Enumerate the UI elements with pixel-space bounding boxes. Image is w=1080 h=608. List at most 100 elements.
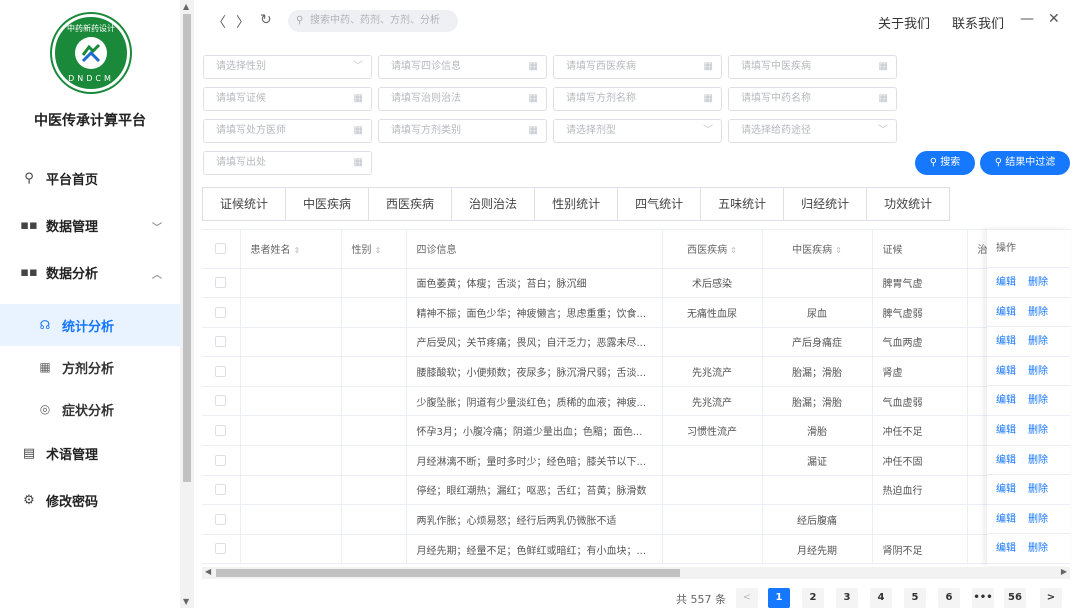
select-all-checkbox[interactable]	[202, 230, 241, 269]
tab-four-qi[interactable]: 四气统计	[618, 188, 702, 220]
sidebar-item-terminology[interactable]: ▤ 术语管理	[0, 430, 180, 477]
delete-link[interactable]: 删除	[1028, 336, 1048, 347]
edit-link[interactable]: 编辑	[996, 336, 1016, 347]
herb-name-field[interactable]: 请填写中药名称 ▦	[728, 87, 897, 111]
table-row[interactable]: 怀孕3月；小腹冷痛；阴道少量出血；色黯；面色... 习惯性流产 滑胎 冲任不足	[202, 415, 1003, 447]
sidebar-item-statistics[interactable]: ☊ 统计分析	[0, 304, 180, 346]
page-button-6[interactable]: 6	[938, 588, 960, 608]
page-button-5[interactable]: 5	[904, 588, 926, 608]
edit-link[interactable]: 编辑	[996, 455, 1016, 466]
close-button[interactable]: ✕	[1048, 11, 1060, 27]
source-field[interactable]: 请填写出处 ▦	[203, 151, 372, 175]
sidebar-item-home[interactable]: ⚲ 平台首页	[0, 155, 180, 202]
delete-link[interactable]: 删除	[1028, 425, 1048, 436]
sidebar-item-change-password[interactable]: ⚙ 修改密码	[0, 477, 180, 524]
formula-category-field[interactable]: 请填写方剂类别 ▦	[378, 119, 547, 143]
tab-syndrome-stats[interactable]: 证候统计	[203, 188, 287, 220]
tab-meridian[interactable]: 归经统计	[784, 188, 868, 220]
delete-link[interactable]: 删除	[1028, 543, 1048, 554]
minimize-button[interactable]: —	[1020, 11, 1034, 27]
scrollbar-thumb[interactable]	[216, 569, 680, 577]
sort-icon[interactable]: ⇕	[375, 246, 382, 255]
scroll-left-icon[interactable]: ◀	[205, 567, 211, 576]
column-header-name[interactable]: 患者姓名 ⇕	[240, 230, 342, 269]
sort-icon[interactable]: ⇕	[294, 246, 301, 255]
edit-link[interactable]: 编辑	[996, 366, 1016, 377]
page-button-1[interactable]: 1	[768, 588, 790, 608]
delete-link[interactable]: 删除	[1028, 455, 1048, 466]
table-row[interactable]: 面色萎黄；体瘦；舌淡；苔白；脉沉细 术后感染 脾胃气虚	[202, 268, 1003, 299]
sidebar-item-data-management[interactable]: ▪▪ 数据管理 ﹀	[0, 202, 180, 249]
row-checkbox[interactable]	[202, 327, 241, 358]
column-header-gender[interactable]: 性别 ⇕	[341, 230, 407, 269]
treatment-principle-field[interactable]: 请填写治则治法 ▦	[378, 87, 547, 111]
row-checkbox[interactable]	[202, 386, 241, 417]
edit-link[interactable]: 编辑	[996, 484, 1016, 495]
sort-icon[interactable]: ⇕	[730, 246, 737, 255]
sidebar-item-symptom-analysis[interactable]: ◎ 症状分析	[0, 388, 180, 430]
next-page-button[interactable]: >	[1040, 588, 1062, 608]
table-row[interactable]: 月经先期；经量不足；色鲜红或暗红；有小血块；... 月经先期 肾阴不足	[202, 534, 1003, 565]
sidebar-scrollbar[interactable]: ▲ ▼	[180, 0, 194, 608]
row-checkbox[interactable]	[202, 415, 241, 447]
page-button-2[interactable]: 2	[802, 588, 824, 608]
page-button-56[interactable]: 56	[1004, 588, 1026, 608]
page-button-4[interactable]: 4	[870, 588, 892, 608]
tab-efficacy[interactable]: 功效统计	[867, 188, 949, 220]
tab-gender-stats[interactable]: 性别统计	[535, 188, 619, 220]
tcm-disease-field[interactable]: 请填写中医疾病 ▦	[728, 55, 897, 79]
forward-arrow-icon[interactable]: 〉	[236, 12, 250, 32]
formula-name-field[interactable]: 请填写方剂名称 ▦	[553, 87, 722, 111]
edit-link[interactable]: 编辑	[996, 514, 1016, 525]
page-button-3[interactable]: 3	[836, 588, 858, 608]
delete-link[interactable]: 删除	[1028, 514, 1048, 525]
table-row[interactable]: 月经淋漓不断；量时多时少；经色暗；膝关节以下... 漏证 冲任不固	[202, 445, 1003, 476]
table-row[interactable]: 腰膝酸软；小便频数；夜尿多；脉沉滑尺弱；舌淡... 先兆流产 胎漏；滑胎 肾虚	[202, 356, 1003, 387]
row-checkbox[interactable]	[202, 475, 241, 506]
row-checkbox[interactable]	[202, 356, 241, 387]
filter-results-button[interactable]: ⚲ 结果中过滤	[980, 151, 1070, 175]
route-select[interactable]: 请选择给药途径 ﹀	[728, 119, 897, 143]
table-row[interactable]: 产后受风；关节疼痛；畏风；自汗乏力；恶露未尽... 产后身痛症 气血两虚	[202, 327, 1003, 358]
gender-select[interactable]: 请选择性别 ﹀	[203, 55, 372, 79]
back-arrow-icon[interactable]: 〈	[212, 12, 226, 32]
edit-link[interactable]: 编辑	[996, 543, 1016, 554]
sort-icon[interactable]: ⇕	[835, 246, 842, 255]
delete-link[interactable]: 删除	[1028, 277, 1048, 288]
row-checkbox[interactable]	[202, 445, 241, 476]
four-diagnosis-field[interactable]: 请填写四诊信息 ▦	[378, 55, 547, 79]
global-search-input[interactable]: ⚲ 搜索中药、药剂、方剂、分析	[288, 10, 458, 32]
table-row[interactable]: 精神不振；面色少华；神疲懒言；思虑重重；饮食... 无痛性血尿 尿血 脾气虚弱	[202, 297, 1003, 328]
table-horizontal-scrollbar[interactable]: ◀ ▶	[202, 567, 1070, 579]
edit-link[interactable]: 编辑	[996, 395, 1016, 406]
scroll-down-icon[interactable]: ▼	[183, 597, 189, 606]
delete-link[interactable]: 删除	[1028, 307, 1048, 318]
dosage-form-select[interactable]: 请选择剂型 ﹀	[553, 119, 722, 143]
edit-link[interactable]: 编辑	[996, 307, 1016, 318]
tab-treatment-principle[interactable]: 治则治法	[452, 188, 536, 220]
column-header-tcm[interactable]: 中医疾病 ⇕	[762, 230, 873, 269]
edit-link[interactable]: 编辑	[996, 277, 1016, 288]
column-header-western[interactable]: 西医疾病 ⇕	[662, 230, 763, 269]
page-ellipsis[interactable]: •••	[972, 588, 994, 608]
tab-five-flavors[interactable]: 五味统计	[701, 188, 785, 220]
sidebar-item-formula-analysis[interactable]: ▦ 方剂分析	[0, 346, 180, 388]
row-checkbox[interactable]	[202, 504, 241, 535]
row-checkbox[interactable]	[202, 268, 241, 299]
scrollbar-thumb[interactable]	[183, 14, 191, 482]
western-disease-field[interactable]: 请填写西医疾病 ▦	[553, 55, 722, 79]
prescriber-field[interactable]: 请填写处方医师 ▦	[203, 119, 372, 143]
syndrome-field[interactable]: 请填写证候 ▦	[203, 87, 372, 111]
scroll-right-icon[interactable]: ▶	[1061, 567, 1067, 576]
table-row[interactable]: 停经；眼红潮热；漏红；呕恶；舌红；苔黄；脉滑数 热迫血行	[202, 475, 1003, 506]
delete-link[interactable]: 删除	[1028, 484, 1048, 495]
refresh-icon[interactable]: ↻	[260, 12, 272, 28]
delete-link[interactable]: 删除	[1028, 395, 1048, 406]
search-button[interactable]: ⚲ 搜索	[915, 151, 975, 175]
row-checkbox[interactable]	[202, 297, 241, 328]
scroll-up-icon[interactable]: ▲	[183, 2, 189, 11]
row-checkbox[interactable]	[202, 534, 241, 565]
prev-page-button[interactable]: <	[736, 588, 758, 608]
contact-us-link[interactable]: 联系我们	[952, 13, 1004, 32]
tab-tcm-disease[interactable]: 中医疾病	[286, 188, 370, 220]
